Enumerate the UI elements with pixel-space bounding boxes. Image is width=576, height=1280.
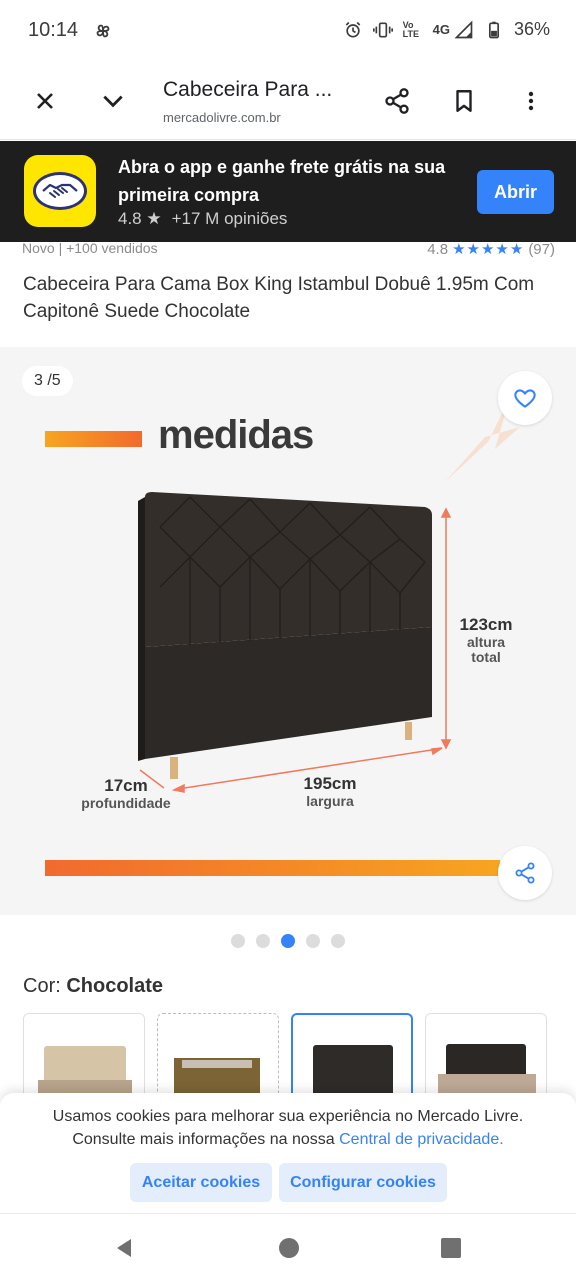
close-icon [37, 93, 53, 109]
battery-icon [488, 21, 499, 38]
back-nav-icon[interactable] [112, 1236, 136, 1260]
width-label: largura [306, 793, 354, 809]
depth-value: 17cm [104, 776, 148, 795]
privacy-center-link[interactable]: Central de privacidade. [339, 1131, 504, 1148]
product-gallery[interactable]: medidas 123cm altura total 17cm profundi… [0, 347, 576, 915]
share-product-button[interactable] [498, 846, 552, 900]
height-dimension: 123cm altura total [448, 615, 524, 665]
pagination-dot-active[interactable] [281, 934, 295, 948]
height-label-1: altura [466, 634, 506, 650]
pagination-dot[interactable] [306, 934, 320, 948]
system-nav-bar [0, 1213, 576, 1280]
mercadolivre-logo [24, 155, 96, 227]
color-value: Chocolate [66, 975, 164, 997]
close-tab-button[interactable] [28, 84, 62, 118]
rating-stars-icon: ★★★★★ [452, 241, 525, 258]
battery-level: 36% [513, 19, 550, 39]
gallery-pagination [231, 934, 345, 948]
more-menu-button[interactable] [514, 84, 548, 118]
color-label: Cor: [23, 975, 67, 997]
rating-value: 4.8 [427, 240, 449, 258]
pinwheel-icon [96, 24, 110, 38]
banner-rating: 4.8 ★ +17 M opiniões [118, 209, 287, 229]
share-icon [515, 862, 535, 884]
signal-icon [454, 19, 473, 38]
status-bar: 10:14 Vo LTE 4G 36% [0, 0, 576, 62]
height-label-2: total [471, 649, 501, 665]
cookie-message: Usamos cookies para melhorar sua experiê… [0, 1105, 576, 1151]
banner-rating-value: 4.8 [118, 209, 142, 228]
depth-label: profundidade [81, 795, 171, 811]
cookie-line-1: Usamos cookies para melhorar sua experiê… [52, 1108, 524, 1125]
share-icon [385, 88, 409, 114]
share-button[interactable] [380, 84, 414, 118]
alarm-icon [345, 21, 360, 37]
decor-bar-top [45, 431, 142, 447]
pagination-dot[interactable] [231, 934, 245, 948]
product-condition: Novo | +100 vendidos [22, 240, 158, 256]
page: 10:14 Vo LTE 4G 36% Cabeceira Para ... m… [0, 0, 576, 1280]
banner-headline: Abra o app e ganhe frete grátis na sua p… [118, 157, 446, 205]
star-icon: ★ [146, 209, 162, 228]
collapse-button[interactable] [96, 84, 130, 118]
decor-bar-bottom [45, 860, 500, 876]
page-url: mercadolivre.com.br [163, 110, 281, 125]
image-heading: medidas [158, 413, 314, 457]
favorite-button[interactable] [498, 371, 552, 425]
bookmark-button[interactable] [447, 84, 481, 118]
rating-count: (97) [528, 240, 555, 258]
heart-icon [514, 389, 536, 408]
status-icons: Vo LTE 4G 36% [343, 19, 550, 40]
vibrate-icon [372, 22, 393, 37]
volte-icon: Vo LTE [402, 19, 419, 39]
chevron-down-icon [103, 95, 123, 108]
height-value: 123cm [459, 615, 513, 634]
pagination-dot[interactable] [256, 934, 270, 948]
more-vert-icon [528, 91, 534, 111]
depth-dimension: 17cm profundidade [68, 776, 184, 811]
cookie-line-2: Consulte mais informações na nossa [72, 1131, 340, 1148]
headboard-image [138, 492, 452, 793]
open-app-button[interactable]: Abrir [477, 170, 554, 214]
bookmark-icon [456, 90, 472, 112]
width-value: 195cm [303, 774, 357, 793]
app-install-banner: Abra o app e ganhe frete grátis na sua p… [0, 141, 576, 242]
product-rating[interactable]: 4.8 ★★★★★ (97) [427, 240, 555, 259]
recents-nav-icon[interactable] [441, 1238, 461, 1258]
status-time: 10:14 [28, 19, 79, 41]
cookie-banner: Usamos cookies para melhorar sua experiê… [0, 1093, 576, 1213]
banner-reviews: +17 M opiniões [171, 209, 288, 228]
home-nav-icon[interactable] [278, 1237, 300, 1259]
network-label: 4G [432, 22, 450, 37]
product-title: Cabeceira Para Cama Box King Istambul Do… [23, 274, 535, 322]
page-title: Cabeceira Para ... [163, 78, 333, 101]
color-selector-label: Cor: Chocolate [23, 975, 163, 998]
image-counter: 3 /5 [22, 366, 73, 396]
accept-cookies-button[interactable]: Aceitar cookies [130, 1163, 272, 1202]
pagination-dot[interactable] [331, 934, 345, 948]
browser-toolbar: Cabeceira Para ... mercadolivre.com.br [0, 62, 576, 140]
handshake-icon [42, 183, 78, 198]
width-dimension: 195cm largura [290, 774, 370, 809]
configure-cookies-button[interactable]: Configurar cookies [279, 1163, 447, 1202]
